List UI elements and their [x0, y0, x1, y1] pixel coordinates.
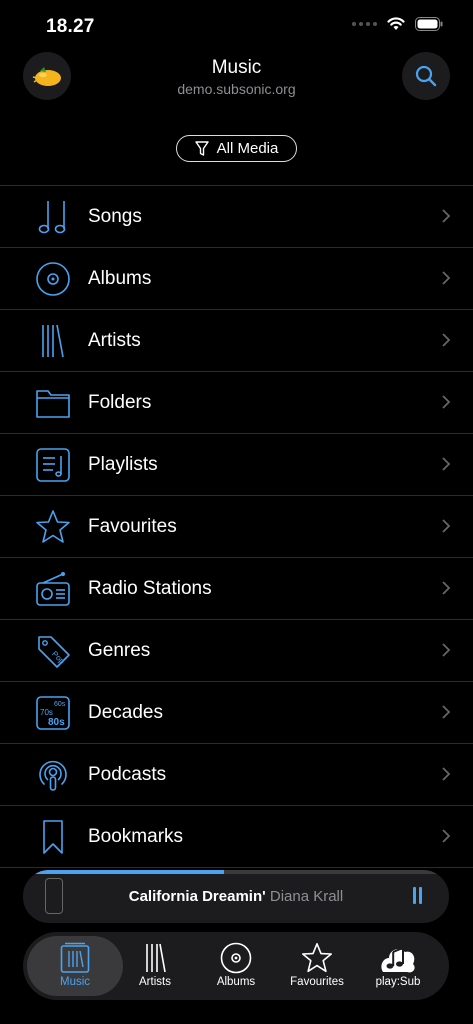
menu-label: Bookmarks [88, 825, 184, 847]
song-artist: Diana Krall [269, 888, 344, 905]
chevron-right-icon [442, 457, 451, 471]
chevron-right-icon [442, 643, 451, 657]
tab-music[interactable]: Music [27, 936, 123, 996]
menu-item-favourites[interactable]: Favourites [0, 496, 473, 558]
music-notes-icon [33, 199, 73, 235]
tab-label: Artists [139, 976, 171, 988]
tab-albums[interactable]: Albums [195, 932, 277, 1000]
play-sub-logo-icon [379, 942, 417, 974]
menu-label: Artists [88, 329, 141, 351]
podcast-icon [33, 757, 73, 793]
folder-icon [33, 385, 73, 421]
bookmark-icon [33, 819, 73, 855]
playlist-icon [33, 447, 73, 483]
radio-icon [33, 571, 73, 607]
menu-label: Playlists [88, 453, 158, 475]
library-menu: Songs Albums Artists Folders Playlists F… [0, 185, 473, 868]
tab-play-sub[interactable]: play:Sub [357, 932, 439, 1000]
star-icon [33, 509, 73, 545]
tab-label: Favourites [290, 976, 344, 988]
status-time: 18.27 [46, 16, 95, 37]
menu-item-albums[interactable]: Albums [0, 248, 473, 310]
menu-item-radio-stations[interactable]: Radio Stations [0, 558, 473, 620]
menu-label: Albums [88, 267, 152, 289]
artists-stack-icon [144, 942, 166, 974]
header: Music demo.subsonic.org [0, 50, 473, 105]
decades-icon-text-c: 80s [48, 717, 65, 728]
menu-item-bookmarks[interactable]: Bookmarks [0, 806, 473, 868]
menu-label: Decades [88, 701, 163, 723]
menu-item-playlists[interactable]: Playlists [0, 434, 473, 496]
chevron-right-icon [442, 519, 451, 533]
artists-stack-icon [33, 323, 73, 359]
disc-icon [33, 261, 73, 297]
decades-icon: 60s 70s 80s [33, 695, 73, 731]
menu-item-folders[interactable]: Folders [0, 372, 473, 434]
tab-bar: Music Artists Albums Favourites play:Sub [23, 932, 449, 1000]
chevron-right-icon [442, 829, 451, 843]
menu-item-decades[interactable]: 60s 70s 80s Decades [0, 682, 473, 744]
menu-item-artists[interactable]: Artists [0, 310, 473, 372]
search-icon [415, 65, 437, 87]
tab-artists[interactable]: Artists [114, 932, 196, 1000]
menu-item-genres[interactable]: Pop Genres [0, 620, 473, 682]
status-icons [352, 17, 443, 31]
search-button[interactable] [402, 52, 450, 100]
playback-progress [33, 870, 439, 874]
playback-progress-fill [33, 870, 224, 874]
signal-icon [352, 22, 377, 26]
music-library-icon [60, 942, 90, 974]
menu-label: Genres [88, 639, 151, 661]
menu-item-podcasts[interactable]: Podcasts [0, 744, 473, 806]
menu-label: Favourites [88, 515, 177, 537]
tab-label: Music [59, 976, 91, 988]
menu-label: Radio Stations [88, 577, 212, 599]
now-playing-text: California Dreamin' Diana Krall [23, 888, 449, 905]
wifi-icon [387, 17, 405, 30]
decades-icon-text-b: 70s [40, 708, 53, 717]
filter-icon [194, 140, 209, 156]
chevron-right-icon [442, 271, 451, 285]
chevron-right-icon [442, 705, 451, 719]
now-playing-bar[interactable]: California Dreamin' Diana Krall [23, 870, 449, 923]
disc-icon [220, 942, 252, 974]
chevron-right-icon [442, 581, 451, 595]
menu-item-songs[interactable]: Songs [0, 186, 473, 248]
chevron-right-icon [442, 333, 451, 347]
tab-label: Albums [216, 976, 256, 988]
status-bar: 18.27 [0, 0, 473, 50]
tab-label: play:Sub [375, 976, 421, 988]
tag-icon: Pop [33, 633, 73, 669]
menu-label: Podcasts [88, 763, 167, 785]
chevron-right-icon [442, 209, 451, 223]
server-subtitle: demo.subsonic.org [177, 81, 296, 97]
media-filter-button[interactable]: All Media [176, 135, 297, 162]
decades-icon-text-a: 60s [54, 701, 66, 708]
chevron-right-icon [442, 395, 451, 409]
filter-label: All Media [216, 140, 279, 157]
song-title: California Dreamin' [128, 888, 266, 905]
battery-icon [415, 17, 443, 31]
menu-label: Folders [88, 391, 152, 413]
star-icon [301, 942, 333, 974]
chevron-right-icon [442, 767, 451, 781]
tab-favourites[interactable]: Favourites [276, 932, 358, 1000]
pause-button[interactable] [413, 887, 423, 905]
menu-label: Songs [88, 205, 142, 227]
